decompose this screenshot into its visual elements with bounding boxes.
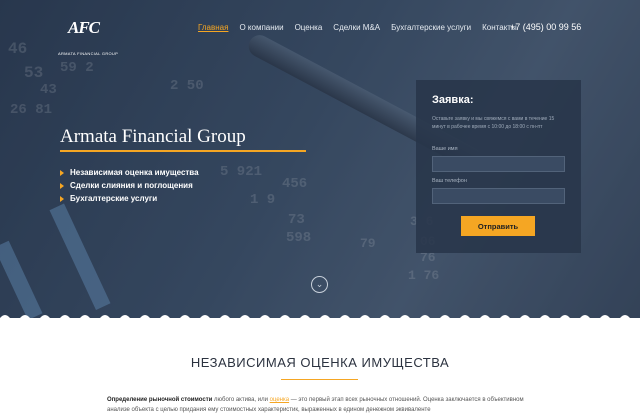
request-form: Заявка: Оставьте заявку и мы свяжемся с … bbox=[416, 80, 581, 253]
list-item-label: Бухгалтерские услуги bbox=[70, 194, 158, 203]
form-title: Заявка: bbox=[432, 94, 474, 106]
nav-item-about[interactable]: О компании bbox=[239, 23, 283, 32]
hero-title: Armata Financial Group bbox=[60, 126, 246, 147]
arrow-right-icon bbox=[60, 195, 64, 202]
nav-item-home[interactable]: Главная bbox=[198, 23, 228, 32]
phone-field-label: Ваш телефон bbox=[432, 178, 467, 184]
name-field-label: Ваше имя bbox=[432, 146, 458, 152]
chevron-down-icon: ⌄ bbox=[315, 279, 324, 289]
title-underline bbox=[60, 150, 306, 152]
section-title: НЕЗАВИСИМАЯ ОЦЕНКА ИМУЩЕСТВА bbox=[190, 355, 450, 370]
form-description: Оставьте заявку и мы свяжемся с вами в т… bbox=[432, 116, 555, 130]
wave-divider bbox=[0, 315, 640, 324]
section-paragraph: Определение рыночной стоимости любого ак… bbox=[107, 395, 537, 415]
arrow-right-icon bbox=[60, 169, 64, 176]
paragraph-bold: Определение рыночной стоимости bbox=[107, 397, 213, 403]
phone-number[interactable]: +7 (495) 00 99 56 bbox=[510, 22, 581, 32]
logo-subtitle: ARMATA FINANCIAL GROUP bbox=[58, 51, 119, 56]
phone-field[interactable] bbox=[432, 188, 565, 204]
list-item-label: Независимая оценка имущества bbox=[70, 168, 199, 177]
paragraph-text: любого актива, или bbox=[212, 397, 270, 403]
main-nav: Главная О компании Оценка Сделки M&A Бух… bbox=[198, 23, 517, 32]
nav-item-valuation[interactable]: Оценка bbox=[295, 23, 323, 32]
nav-item-ma-deals[interactable]: Сделки M&A bbox=[333, 23, 380, 32]
logo-mark: AFC bbox=[68, 18, 100, 37]
list-item: Сделки слияния и поглощения bbox=[60, 179, 199, 192]
list-item: Независимая оценка имущества bbox=[60, 166, 199, 179]
scroll-down-button[interactable]: ⌄ bbox=[311, 276, 328, 293]
services-list: Независимая оценка имущества Сделки слия… bbox=[60, 166, 199, 205]
list-item: Бухгалтерские услуги bbox=[60, 192, 199, 205]
submit-button[interactable]: Отправить bbox=[461, 216, 535, 236]
name-field[interactable] bbox=[432, 156, 565, 172]
nav-item-accounting[interactable]: Бухгалтерские услуги bbox=[391, 23, 471, 32]
section-underline bbox=[281, 379, 358, 380]
list-item-label: Сделки слияния и поглощения bbox=[70, 181, 193, 190]
arrow-right-icon bbox=[60, 182, 64, 189]
logo[interactable]: AFC ARMATA FINANCIAL GROUP bbox=[58, 18, 118, 56]
valuation-link[interactable]: оценка bbox=[270, 397, 289, 403]
